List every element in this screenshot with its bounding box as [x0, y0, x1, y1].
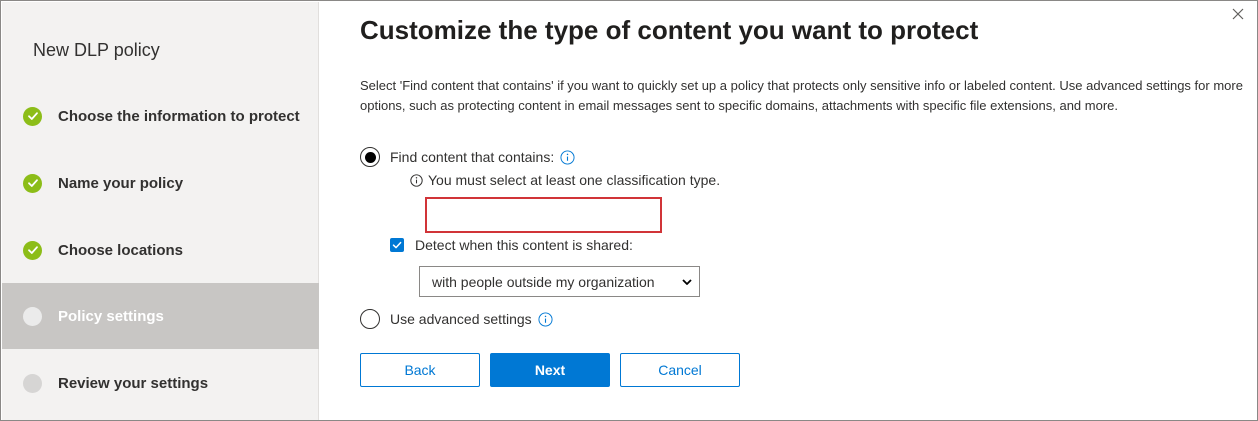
shared-with-selected-value: with people outside my organization [432, 273, 655, 290]
step-complete-check-icon [23, 106, 42, 126]
step-name-policy[interactable]: Name your policy [2, 150, 319, 216]
back-button[interactable]: Back [360, 353, 480, 387]
find-content-label: Find content that contains: [390, 149, 555, 165]
step-label: Choose locations [58, 241, 184, 259]
detect-shared-label: Detect when this content is shared: [415, 237, 633, 253]
validation-text: You must select at least one classificat… [428, 172, 721, 188]
page-description: Select 'Find content that contains' if y… [360, 78, 1243, 113]
step-choose-locations[interactable]: Choose locations [2, 217, 319, 283]
detect-shared-checkbox[interactable] [390, 238, 404, 252]
find-content-option[interactable]: Find content that contains: [360, 147, 575, 167]
step-complete-check-icon [23, 173, 42, 193]
step-review-settings[interactable]: Review your settings [2, 350, 319, 416]
chevron-down-icon [682, 279, 692, 285]
detect-shared-option[interactable]: Detect when this content is shared: [390, 237, 633, 253]
step-current-dot-icon [23, 306, 42, 326]
wizard-title: New DLP policy [33, 40, 160, 60]
advanced-settings-radio[interactable] [360, 309, 380, 329]
radio-selected-dot [364, 151, 376, 163]
dialog-frame: New DLP policy Choose the information to… [0, 0, 1258, 421]
info-icon[interactable] [538, 311, 553, 327]
step-complete-check-icon [23, 240, 42, 260]
find-content-radio[interactable] [360, 147, 380, 167]
step-label: Review your settings [58, 374, 209, 392]
classification-type-field[interactable] [425, 197, 662, 233]
wizard-sidebar: New DLP policy Choose the information to… [2, 2, 319, 420]
advanced-settings-option[interactable]: Use advanced settings [360, 309, 553, 329]
cancel-button[interactable]: Cancel [620, 353, 740, 387]
step-label: Policy settings [58, 307, 164, 325]
page-title: Customize the type of content you want t… [360, 15, 979, 45]
close-icon[interactable] [1231, 7, 1245, 21]
info-icon [410, 173, 423, 187]
next-button[interactable]: Next [490, 353, 610, 387]
step-policy-settings[interactable]: Policy settings [2, 283, 319, 349]
step-label: Choose the information to protect [58, 107, 300, 125]
info-icon[interactable] [560, 149, 575, 165]
step-choose-information[interactable]: Choose the information to protect [2, 83, 319, 149]
step-pending-dot-icon [23, 373, 42, 393]
validation-message: You must select at least one classificat… [410, 172, 720, 188]
step-label: Name your policy [58, 174, 184, 192]
checkmark-icon [392, 241, 402, 249]
advanced-settings-label: Use advanced settings [390, 311, 532, 327]
shared-with-dropdown[interactable]: with people outside my organization [419, 266, 700, 297]
